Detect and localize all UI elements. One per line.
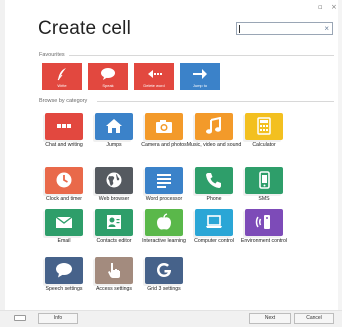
category-calculator[interactable]: Calculator (239, 113, 289, 156)
text-caret (239, 25, 240, 33)
category-word-processor[interactable]: Word processor (139, 167, 189, 210)
clear-search-icon[interactable]: × (324, 24, 329, 34)
search-input[interactable]: × (236, 22, 333, 35)
info-button[interactable]: Info (38, 313, 78, 324)
category-tile (45, 167, 83, 194)
category-tile (95, 113, 133, 140)
category-chat-and-writing[interactable]: Chat and writing (39, 113, 89, 156)
category-speech-settings[interactable]: Speech settings (39, 257, 89, 300)
category-tile (195, 209, 233, 236)
maximize-icon[interactable]: ▫ (318, 3, 323, 11)
mobile-phone-icon (259, 171, 270, 189)
grid3-logo-icon (157, 263, 171, 277)
category-tile (145, 209, 183, 236)
page-title: Create cell (38, 18, 132, 39)
right-edge-strip (338, 0, 342, 327)
keyboard-icon[interactable] (14, 315, 26, 321)
category-tile (145, 257, 183, 284)
favourites-heading: Favourites (39, 52, 65, 58)
category-tile (45, 257, 83, 284)
phone-icon (206, 173, 221, 188)
contact-card-icon (107, 215, 121, 229)
category-camera-and-photos[interactable]: Camera and photos (139, 113, 189, 156)
fav-label: Write (57, 83, 67, 88)
fav-write-button[interactable]: Write (42, 63, 82, 90)
browse-heading: Browse by category (39, 98, 88, 104)
favourites-divider (69, 55, 334, 56)
apple-icon (157, 213, 171, 230)
category-tile (95, 167, 133, 194)
category-contacts-editor[interactable]: Contacts editor (89, 209, 139, 252)
category-tile (245, 167, 283, 194)
category-tile (45, 113, 83, 140)
cancel-button[interactable]: Cancel (294, 313, 334, 324)
category-environment-control[interactable]: Environment control (239, 209, 289, 252)
category-tile (95, 209, 133, 236)
quill-icon (57, 68, 66, 81)
category-tile (145, 113, 183, 140)
category-web-browser[interactable]: Web browser (89, 167, 139, 210)
left-edge-strip (0, 0, 5, 327)
category-sms[interactable]: SMS (239, 167, 289, 210)
close-icon[interactable]: × (331, 3, 337, 11)
home-icon (106, 119, 122, 133)
speech-bubble-icon (101, 68, 115, 80)
fav-jump-to-button[interactable]: Jump to (180, 63, 220, 90)
fav-speak-button[interactable]: Speak (88, 63, 128, 90)
category-tile (195, 113, 233, 140)
speech-bubble-icon (56, 263, 72, 278)
browse-divider (97, 101, 334, 102)
calculator-icon (257, 117, 271, 135)
next-button[interactable]: Next (249, 313, 291, 324)
fav-label: Delete word (143, 83, 165, 88)
category-tile (145, 167, 183, 194)
category-clock-and-timer[interactable]: Clock and timer (39, 167, 89, 210)
category-jumps[interactable]: Jumps (89, 113, 139, 156)
laptop-icon (206, 215, 222, 228)
category-label: Grid 3 settings (147, 286, 181, 292)
fav-delete-word-button[interactable]: Delete word (134, 63, 174, 90)
music-note-icon (206, 117, 221, 134)
clock-icon (56, 172, 72, 188)
category-access-settings[interactable]: Access settings (89, 257, 139, 300)
category-music-video-and-sound[interactable]: Music, video and sound (187, 113, 241, 156)
envelope-icon (55, 216, 73, 228)
arrow-right-icon (193, 69, 207, 79)
delete-word-icon (148, 70, 162, 78)
category-email[interactable]: Email (39, 209, 89, 252)
camera-icon (156, 120, 172, 133)
ellipsis-icon (57, 124, 71, 128)
fav-label: Speak (102, 83, 114, 88)
category-grid3-settings[interactable]: Grid 3 settings (139, 257, 189, 300)
category-interactive-learning[interactable]: Interactive learning (139, 209, 189, 252)
globe-icon (106, 172, 122, 188)
create-cell-window: ▫ × Create cell × Favourites Write Speak… (0, 0, 342, 327)
fav-label: Jump to (192, 83, 208, 88)
remote-signal-icon (255, 215, 270, 229)
category-label: Environment control (240, 238, 288, 244)
category-tile (45, 209, 83, 236)
category-label: Calculator (252, 142, 276, 148)
category-tile (245, 209, 283, 236)
category-label: SMS (258, 196, 270, 202)
category-tile (245, 113, 283, 140)
category-phone[interactable]: Phone (189, 167, 239, 210)
category-tile (195, 167, 233, 194)
text-lines-icon (157, 174, 171, 188)
category-computer-control[interactable]: Computer control (189, 209, 239, 252)
category-tile (95, 257, 133, 284)
pointing-hand-icon (108, 263, 120, 278)
